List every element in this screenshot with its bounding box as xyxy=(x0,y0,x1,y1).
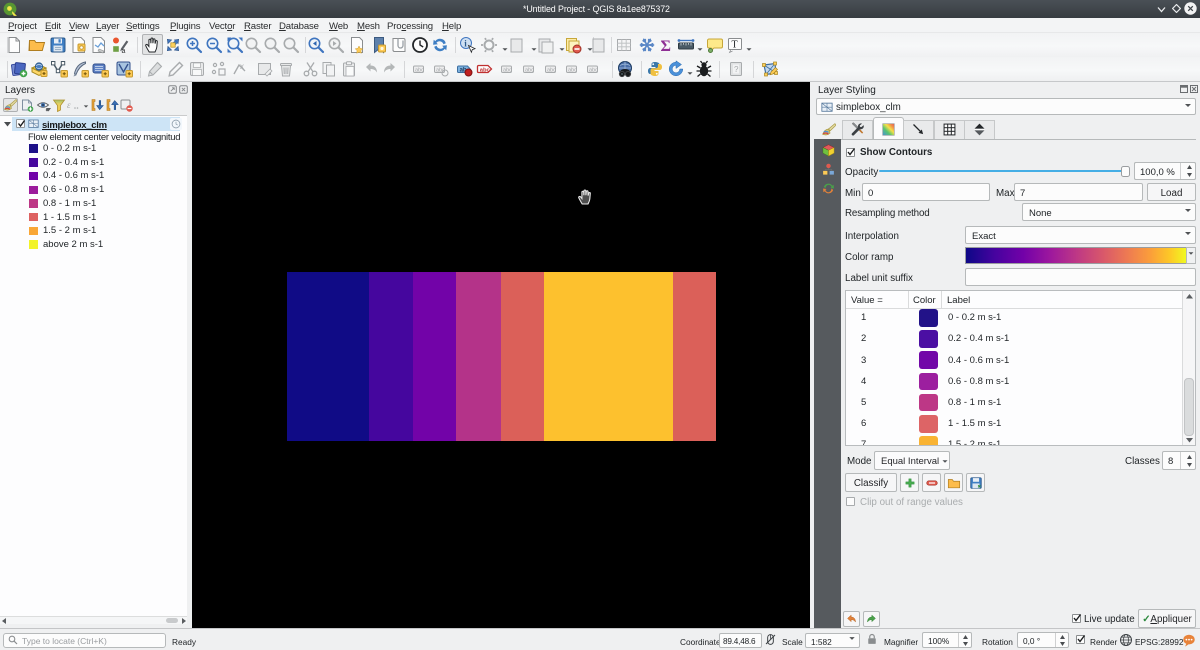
svg-text:abc: abc xyxy=(568,67,577,73)
svg-text:abc: abc xyxy=(503,67,512,73)
svg-text:abc: abc xyxy=(480,67,491,73)
svg-text:x: x xyxy=(240,62,244,71)
svg-text:Σ: Σ xyxy=(661,38,671,54)
svg-text:abc: abc xyxy=(415,67,424,73)
svg-text:abc: abc xyxy=(547,67,556,73)
svg-text:a: a xyxy=(122,48,126,54)
svg-text:ε: ε xyxy=(67,100,71,110)
svg-text:abc: abc xyxy=(589,67,598,73)
svg-text:abc: abc xyxy=(525,67,534,73)
svg-text:T: T xyxy=(732,39,738,50)
svg-text:?: ? xyxy=(734,65,739,74)
